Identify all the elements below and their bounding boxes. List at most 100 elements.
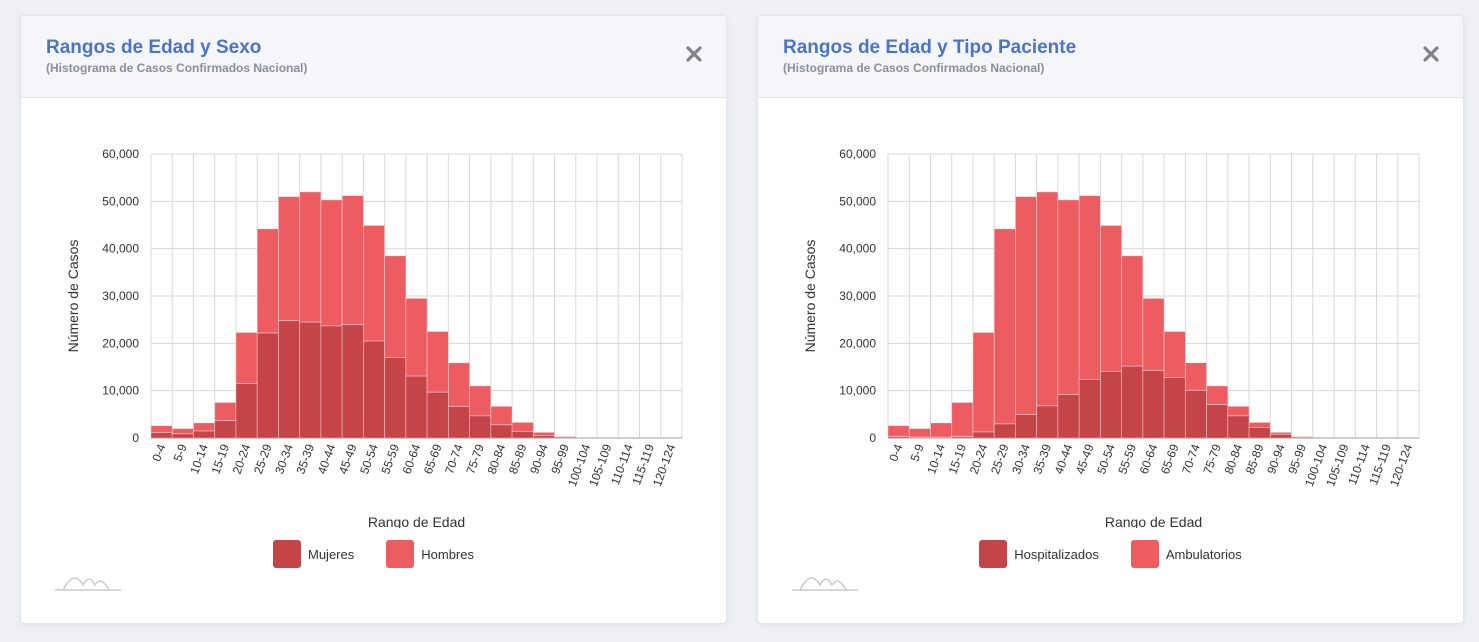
bar-ambulatorios-75-79[interactable]	[1206, 385, 1229, 405]
bar-mujeres-40-44[interactable]	[320, 325, 343, 439]
chart-card-age-sex: Rangos de Edad y Sexo (Histograma de Cas…	[20, 15, 727, 624]
bar-hospitalizados-35-39[interactable]	[1036, 405, 1059, 439]
x-tick-label: 65-69	[1158, 442, 1182, 476]
bar-hombres-40-44[interactable]	[320, 199, 343, 327]
x-tick-label: 10-14	[924, 442, 948, 476]
bar-mujeres-5-9[interactable]	[171, 433, 194, 439]
bar-ambulatorios-60-64[interactable]	[1142, 297, 1165, 371]
x-tick-label: 60-64	[400, 442, 424, 476]
x-tick-label: 45-49	[1073, 442, 1097, 476]
bar-hombres-85-89[interactable]	[511, 421, 534, 432]
bar-hospitalizados-85-89[interactable]	[1248, 427, 1271, 439]
bar-hombres-50-54[interactable]	[362, 225, 386, 342]
bar-hombres-20-24[interactable]	[235, 332, 258, 384]
card-title: Rangos de Edad y Sexo	[46, 37, 262, 58]
bar-mujeres-75-79[interactable]	[469, 415, 492, 439]
bar-mujeres-85-89[interactable]	[511, 430, 534, 439]
y-axis-title: Número de Casos	[65, 240, 81, 353]
bar-mujeres-20-24[interactable]	[235, 383, 258, 439]
bar-ambulatorios-30-34[interactable]	[1015, 196, 1038, 415]
y-tick-label: 30,000	[102, 289, 139, 303]
bar-ambulatorios-45-49[interactable]	[1078, 195, 1101, 380]
bar-hombres-35-39[interactable]	[299, 191, 322, 323]
bar-hombres-5-9[interactable]	[171, 428, 194, 435]
x-axis-title: Rango de Edad	[368, 514, 465, 528]
bar-hospitalizados-40-44[interactable]	[1057, 394, 1080, 439]
bar-ambulatorios-70-74[interactable]	[1184, 362, 1207, 391]
bar-hospitalizados-70-74[interactable]	[1184, 389, 1207, 439]
bar-mujeres-55-59[interactable]	[384, 357, 407, 439]
bar-hombres-70-74[interactable]	[447, 362, 470, 407]
x-tick-label: 70-74	[1179, 442, 1203, 476]
bar-hombres-65-69[interactable]	[426, 331, 449, 393]
bar-ambulatorios-90-94[interactable]	[1269, 431, 1292, 435]
bar-mujeres-25-29[interactable]	[256, 332, 279, 439]
close-icon[interactable]	[684, 44, 704, 64]
bar-hombres-80-84[interactable]	[490, 405, 513, 426]
bar-mujeres-50-54[interactable]	[362, 340, 386, 439]
x-tick-label: 45-49	[336, 442, 360, 476]
bar-hospitalizados-55-59[interactable]	[1121, 365, 1144, 439]
bar-mujeres-30-34[interactable]	[278, 320, 301, 439]
histogram-chart: 0 10,000 20,000 30,000 40,000 50,000 60,000 0-4…	[802, 147, 1420, 528]
bar-ambulatorios-55-59[interactable]	[1121, 255, 1144, 367]
bar-hospitalizados-75-79[interactable]	[1206, 403, 1229, 439]
card-title: Rangos de Edad y Tipo Paciente	[783, 37, 1077, 58]
bar-hospitalizados-30-34[interactable]	[1015, 413, 1038, 439]
bar-ambulatorios-35-39[interactable]	[1036, 191, 1059, 407]
bar-hombres-90-94[interactable]	[532, 431, 555, 437]
bar-hombres-45-49[interactable]	[341, 195, 364, 325]
bar-mujeres-60-64[interactable]	[405, 375, 428, 439]
y-tick-label: 60,000	[839, 147, 876, 161]
bar-ambulatorios-20-24[interactable]	[972, 332, 995, 433]
bar-hospitalizados-65-69[interactable]	[1163, 377, 1186, 439]
bar-hombres-75-79[interactable]	[469, 385, 492, 417]
x-tick-label: 90-94	[1264, 442, 1288, 476]
legend-item-hombres[interactable]: Hombres	[386, 540, 474, 568]
bar-hombres-25-29[interactable]	[256, 228, 279, 334]
x-tick-label: 60-64	[1137, 442, 1161, 476]
bar-ambulatorios-10-14[interactable]	[930, 422, 953, 438]
bar-ambulatorios-85-89[interactable]	[1248, 421, 1271, 428]
bar-hombres-60-64[interactable]	[405, 297, 428, 377]
bar-mujeres-35-39[interactable]	[299, 321, 322, 439]
bar-hombres-0-4[interactable]	[150, 425, 173, 433]
bar-ambulatorios-5-9[interactable]	[908, 428, 931, 438]
bar-mujeres-45-49[interactable]	[341, 323, 364, 439]
bar-hombres-30-34[interactable]	[278, 196, 301, 322]
bar-ambulatorios-50-54[interactable]	[1099, 225, 1123, 372]
bar-hospitalizados-80-84[interactable]	[1227, 415, 1250, 439]
bar-mujeres-15-19[interactable]	[214, 420, 237, 439]
bar-hombres-55-59[interactable]	[384, 255, 407, 358]
bar-hombres-15-19[interactable]	[214, 402, 237, 421]
close-icon[interactable]	[1421, 44, 1441, 64]
bar-hospitalizados-90-94[interactable]	[1269, 433, 1292, 439]
bar-hombres-95-99[interactable]	[554, 436, 577, 438]
bar-mujeres-10-14[interactable]	[193, 430, 216, 439]
bar-ambulatorios-25-29[interactable]	[993, 228, 1016, 425]
bar-hospitalizados-60-64[interactable]	[1142, 369, 1165, 439]
x-tick-label: 50-54	[357, 442, 381, 476]
bar-ambulatorios-15-19[interactable]	[951, 402, 974, 437]
histogram-chart: 0 10,000 20,000 30,000 40,000 50,000 60,000 0-4…	[65, 147, 683, 528]
bar-ambulatorios-80-84[interactable]	[1227, 405, 1250, 417]
bar-hombres-10-14[interactable]	[193, 422, 216, 432]
bar-mujeres-65-69[interactable]	[426, 391, 449, 439]
bar-hospitalizados-50-54[interactable]	[1099, 370, 1123, 439]
bar-hospitalizados-20-24[interactable]	[972, 431, 995, 439]
bar-mujeres-80-84[interactable]	[490, 424, 513, 439]
bar-ambulatorios-0-4[interactable]	[887, 425, 910, 437]
legend-swatch-light	[386, 540, 415, 568]
bar-mujeres-0-4[interactable]	[150, 431, 173, 439]
legend-item-hospitalizados[interactable]: Hospitalizados	[979, 540, 1099, 568]
legend-item-ambulatorios[interactable]: Ambulatorios	[1130, 540, 1242, 568]
bar-mujeres-70-74[interactable]	[447, 405, 470, 439]
x-tick-label: 40-44	[315, 442, 339, 476]
legend-item-mujeres[interactable]: Mujeres	[273, 540, 354, 568]
bar-hospitalizados-45-49[interactable]	[1078, 378, 1101, 439]
bar-ambulatorios-65-69[interactable]	[1163, 331, 1186, 378]
y-tick-label: 10,000	[102, 384, 139, 398]
x-tick-label: 80-84	[485, 442, 509, 476]
bar-hospitalizados-25-29[interactable]	[993, 423, 1016, 439]
bar-ambulatorios-40-44[interactable]	[1057, 199, 1080, 395]
